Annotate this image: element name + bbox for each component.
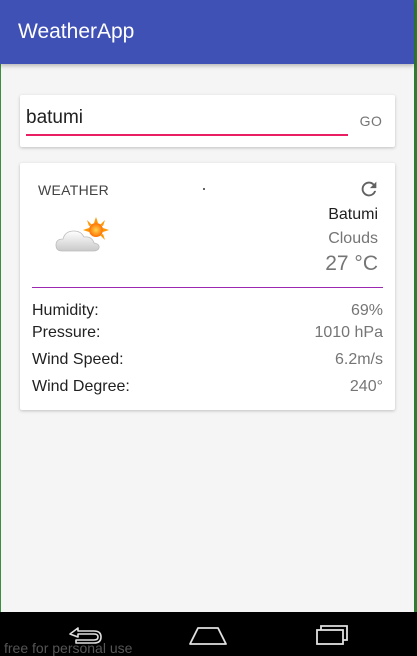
details-divider — [32, 287, 383, 288]
refresh-icon — [361, 181, 377, 197]
wind-speed-label: Wind Speed: — [32, 351, 124, 368]
cloud-sun-icon — [54, 215, 114, 255]
recents-icon — [316, 625, 348, 645]
temperature: 27 °C — [325, 252, 378, 275]
city-search-input[interactable] — [26, 105, 341, 131]
wind-degree-label: Wind Degree: — [32, 378, 130, 395]
weather-condition: Clouds — [328, 230, 378, 247]
weather-section-label: WEATHER — [38, 182, 110, 198]
window-frame-left — [0, 0, 1, 612]
pressure-label: Pressure: — [32, 324, 101, 341]
weather-card: WEATHER Batumi Clouds 27 °C Humidity: 69… — [20, 163, 395, 410]
search-input-underline — [26, 134, 348, 136]
pressure-value: 1010 hPa — [314, 324, 383, 341]
city-name: Batumi — [328, 206, 378, 223]
app-title: WeatherApp — [18, 20, 135, 43]
refresh-button[interactable] — [358, 178, 380, 200]
search-card: GO — [20, 95, 395, 147]
decorative-dot — [203, 188, 205, 190]
wind-speed-value: 6.2m/s — [334, 351, 383, 368]
home-icon — [189, 627, 227, 645]
app-bar: WeatherApp — [0, 0, 414, 64]
wind-degree-value: 240° — [349, 378, 383, 395]
go-button[interactable]: GO — [354, 111, 388, 131]
humidity-value: 69% — [350, 302, 383, 319]
home-button[interactable] — [186, 620, 230, 648]
recents-button[interactable] — [308, 620, 352, 648]
humidity-label: Humidity: — [32, 302, 99, 319]
watermark-text: free for personal use — [4, 640, 133, 656]
